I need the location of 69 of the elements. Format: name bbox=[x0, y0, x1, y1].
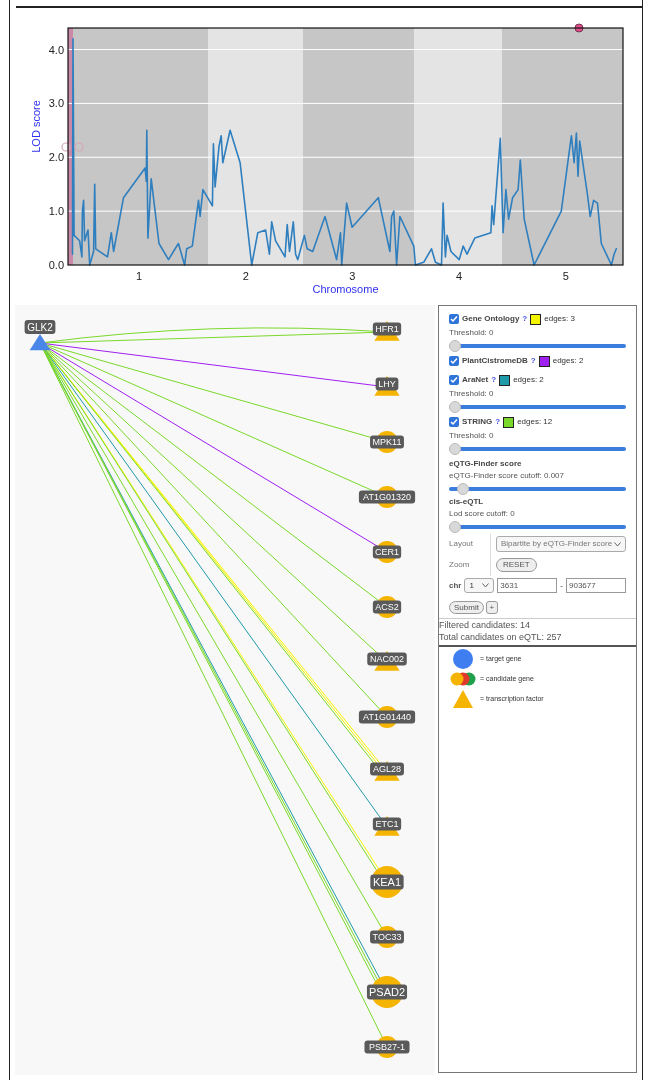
y-tick-label: 0.0 bbox=[48, 259, 64, 271]
triangle-icon bbox=[453, 690, 473, 708]
checkbox[interactable] bbox=[449, 314, 459, 324]
cutoff-slider-thumb[interactable] bbox=[449, 521, 461, 533]
y-axis-title: LOD score bbox=[30, 100, 42, 153]
gene-node[interactable]: KEA1 bbox=[370, 866, 404, 898]
checkbox[interactable] bbox=[449, 417, 459, 427]
section-title: eQTG-Finder score bbox=[449, 458, 523, 470]
x-tick-label: 1 bbox=[136, 270, 143, 282]
chr-label: chr bbox=[449, 579, 462, 592]
circles-icon bbox=[450, 672, 476, 686]
x-tick-label: 3 bbox=[349, 270, 356, 282]
help-link[interactable]: ? bbox=[530, 355, 536, 367]
chevron-down-icon bbox=[482, 583, 490, 588]
y-tick-label: 1.0 bbox=[48, 205, 64, 218]
marker-dot bbox=[61, 142, 71, 152]
x-tick-label: 5 bbox=[562, 270, 569, 282]
source-label: PlantCistromeDB bbox=[462, 355, 528, 367]
y-tick-label: 3.0 bbox=[48, 97, 64, 110]
source-label: Gene Ontology bbox=[462, 313, 520, 325]
checkbox[interactable] bbox=[449, 375, 459, 385]
x-tick-label: 2 bbox=[242, 270, 249, 282]
y-tick-label: 4.0 bbox=[48, 43, 64, 56]
checkbox[interactable] bbox=[449, 356, 459, 366]
check-icon bbox=[450, 376, 458, 384]
gene-node[interactable]: GLK2 bbox=[24, 320, 56, 351]
check-icon bbox=[450, 315, 458, 323]
chevron-down-icon bbox=[614, 541, 621, 547]
edge-count: edges: 2 bbox=[552, 355, 584, 367]
threshold-slider-thumb[interactable] bbox=[449, 401, 461, 413]
cutoff-label: Lod score cutoff: 0 bbox=[449, 508, 516, 520]
edge-count: edges: 2 bbox=[513, 374, 544, 386]
gene-node[interactable]: LHY bbox=[374, 376, 400, 396]
section-title: cis-eQTL bbox=[449, 496, 485, 508]
layout-select[interactable]: Bipartite by eQTG-Finder score bbox=[496, 536, 626, 552]
source-label: STRING bbox=[462, 416, 493, 428]
check-icon bbox=[450, 418, 458, 426]
submit-button[interactable]: Submit bbox=[449, 601, 484, 614]
cutoff-slider-thumb[interactable] bbox=[457, 483, 470, 495]
layout-label: Layout bbox=[449, 534, 491, 554]
cutoff-label: eQTG-Finder score cutoff: 0.007 bbox=[449, 470, 565, 482]
x-axis-title: Chromosome bbox=[312, 283, 379, 295]
threshold-label: Threshold: 0 bbox=[449, 388, 495, 400]
start-field[interactable]: 3631 bbox=[497, 578, 558, 593]
source-label: AraNet bbox=[462, 374, 489, 386]
reset-button[interactable]: RESET bbox=[496, 558, 537, 572]
threshold-slider-thumb[interactable] bbox=[449, 340, 461, 352]
threshold-slider-thumb[interactable] bbox=[449, 443, 461, 455]
end-field[interactable]: 903677 bbox=[566, 578, 626, 593]
help-link[interactable]: ? bbox=[491, 374, 497, 386]
candidate-count: Filtered candidates: 14 bbox=[439, 619, 532, 631]
marker-dot bbox=[574, 23, 584, 33]
gene-node[interactable]: HFR1 bbox=[372, 321, 402, 341]
help-link[interactable]: ? bbox=[522, 313, 528, 325]
gene-node[interactable]: ETC1 bbox=[372, 816, 402, 836]
marker-dot bbox=[74, 142, 84, 152]
chr-select[interactable]: 1 bbox=[464, 578, 495, 593]
candidate-count: Total candidates on eQTL: 257 bbox=[439, 631, 563, 643]
threshold-label: Threshold: 0 bbox=[449, 327, 495, 339]
x-tick-label: 4 bbox=[456, 270, 463, 282]
edge-count: edges: 12 bbox=[517, 416, 553, 428]
zoom-label: Zoom bbox=[449, 554, 491, 576]
y-tick-label: 2.0 bbox=[48, 151, 64, 164]
edge-count: edges: 3 bbox=[544, 313, 575, 325]
range-separator: - bbox=[560, 579, 563, 592]
check-icon bbox=[450, 357, 458, 365]
help-link[interactable]: ? bbox=[495, 416, 501, 428]
add-button[interactable]: + bbox=[485, 601, 498, 614]
threshold-label: Threshold: 0 bbox=[449, 430, 495, 442]
